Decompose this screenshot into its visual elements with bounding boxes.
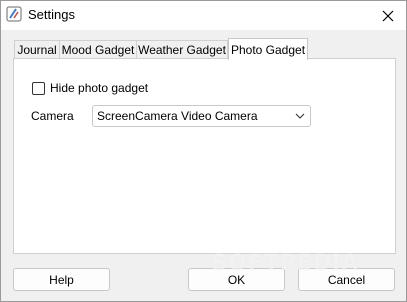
tab-photo-gadget-label: Photo Gadget	[230, 42, 306, 57]
help-button-label: Help	[49, 272, 74, 287]
ok-button[interactable]: OK	[188, 268, 285, 291]
help-button[interactable]: Help	[13, 268, 110, 291]
tab-weather-gadget-label: Weather Gadget	[138, 43, 226, 57]
tab-journal[interactable]: Journal	[14, 40, 60, 59]
close-icon	[382, 10, 394, 21]
settings-app-icon	[6, 6, 22, 22]
ok-button-label: OK	[227, 272, 246, 287]
hide-photo-gadget-row[interactable]: Hide photo gadget	[32, 81, 148, 95]
settings-window: Settings Journal Mood Gadget Weather Gad…	[0, 0, 407, 302]
photo-gadget-panel: Hide photo gadget Camera ScreenCamera Vi…	[13, 58, 396, 254]
hide-photo-gadget-checkbox[interactable]	[32, 81, 45, 95]
title-bar[interactable]: Settings	[1, 1, 406, 30]
cancel-button[interactable]: Cancel	[298, 268, 395, 291]
camera-select[interactable]: ScreenCamera Video Camera	[92, 105, 311, 127]
tab-mood-gadget-label: Mood Gadget	[61, 43, 135, 57]
camera-label: Camera	[31, 109, 74, 123]
cancel-button-label: Cancel	[327, 272, 366, 287]
chevron-down-icon	[290, 106, 310, 126]
window-title: Settings	[28, 7, 75, 22]
camera-select-value: ScreenCamera Video Camera	[97, 109, 258, 123]
tab-weather-gadget[interactable]: Weather Gadget	[136, 40, 228, 59]
hide-photo-gadget-label: Hide photo gadget	[50, 81, 149, 95]
tab-photo-gadget[interactable]: Photo Gadget	[228, 38, 308, 60]
close-button[interactable]	[370, 1, 406, 30]
tab-journal-label: Journal	[17, 43, 57, 57]
tab-mood-gadget[interactable]: Mood Gadget	[59, 40, 137, 59]
